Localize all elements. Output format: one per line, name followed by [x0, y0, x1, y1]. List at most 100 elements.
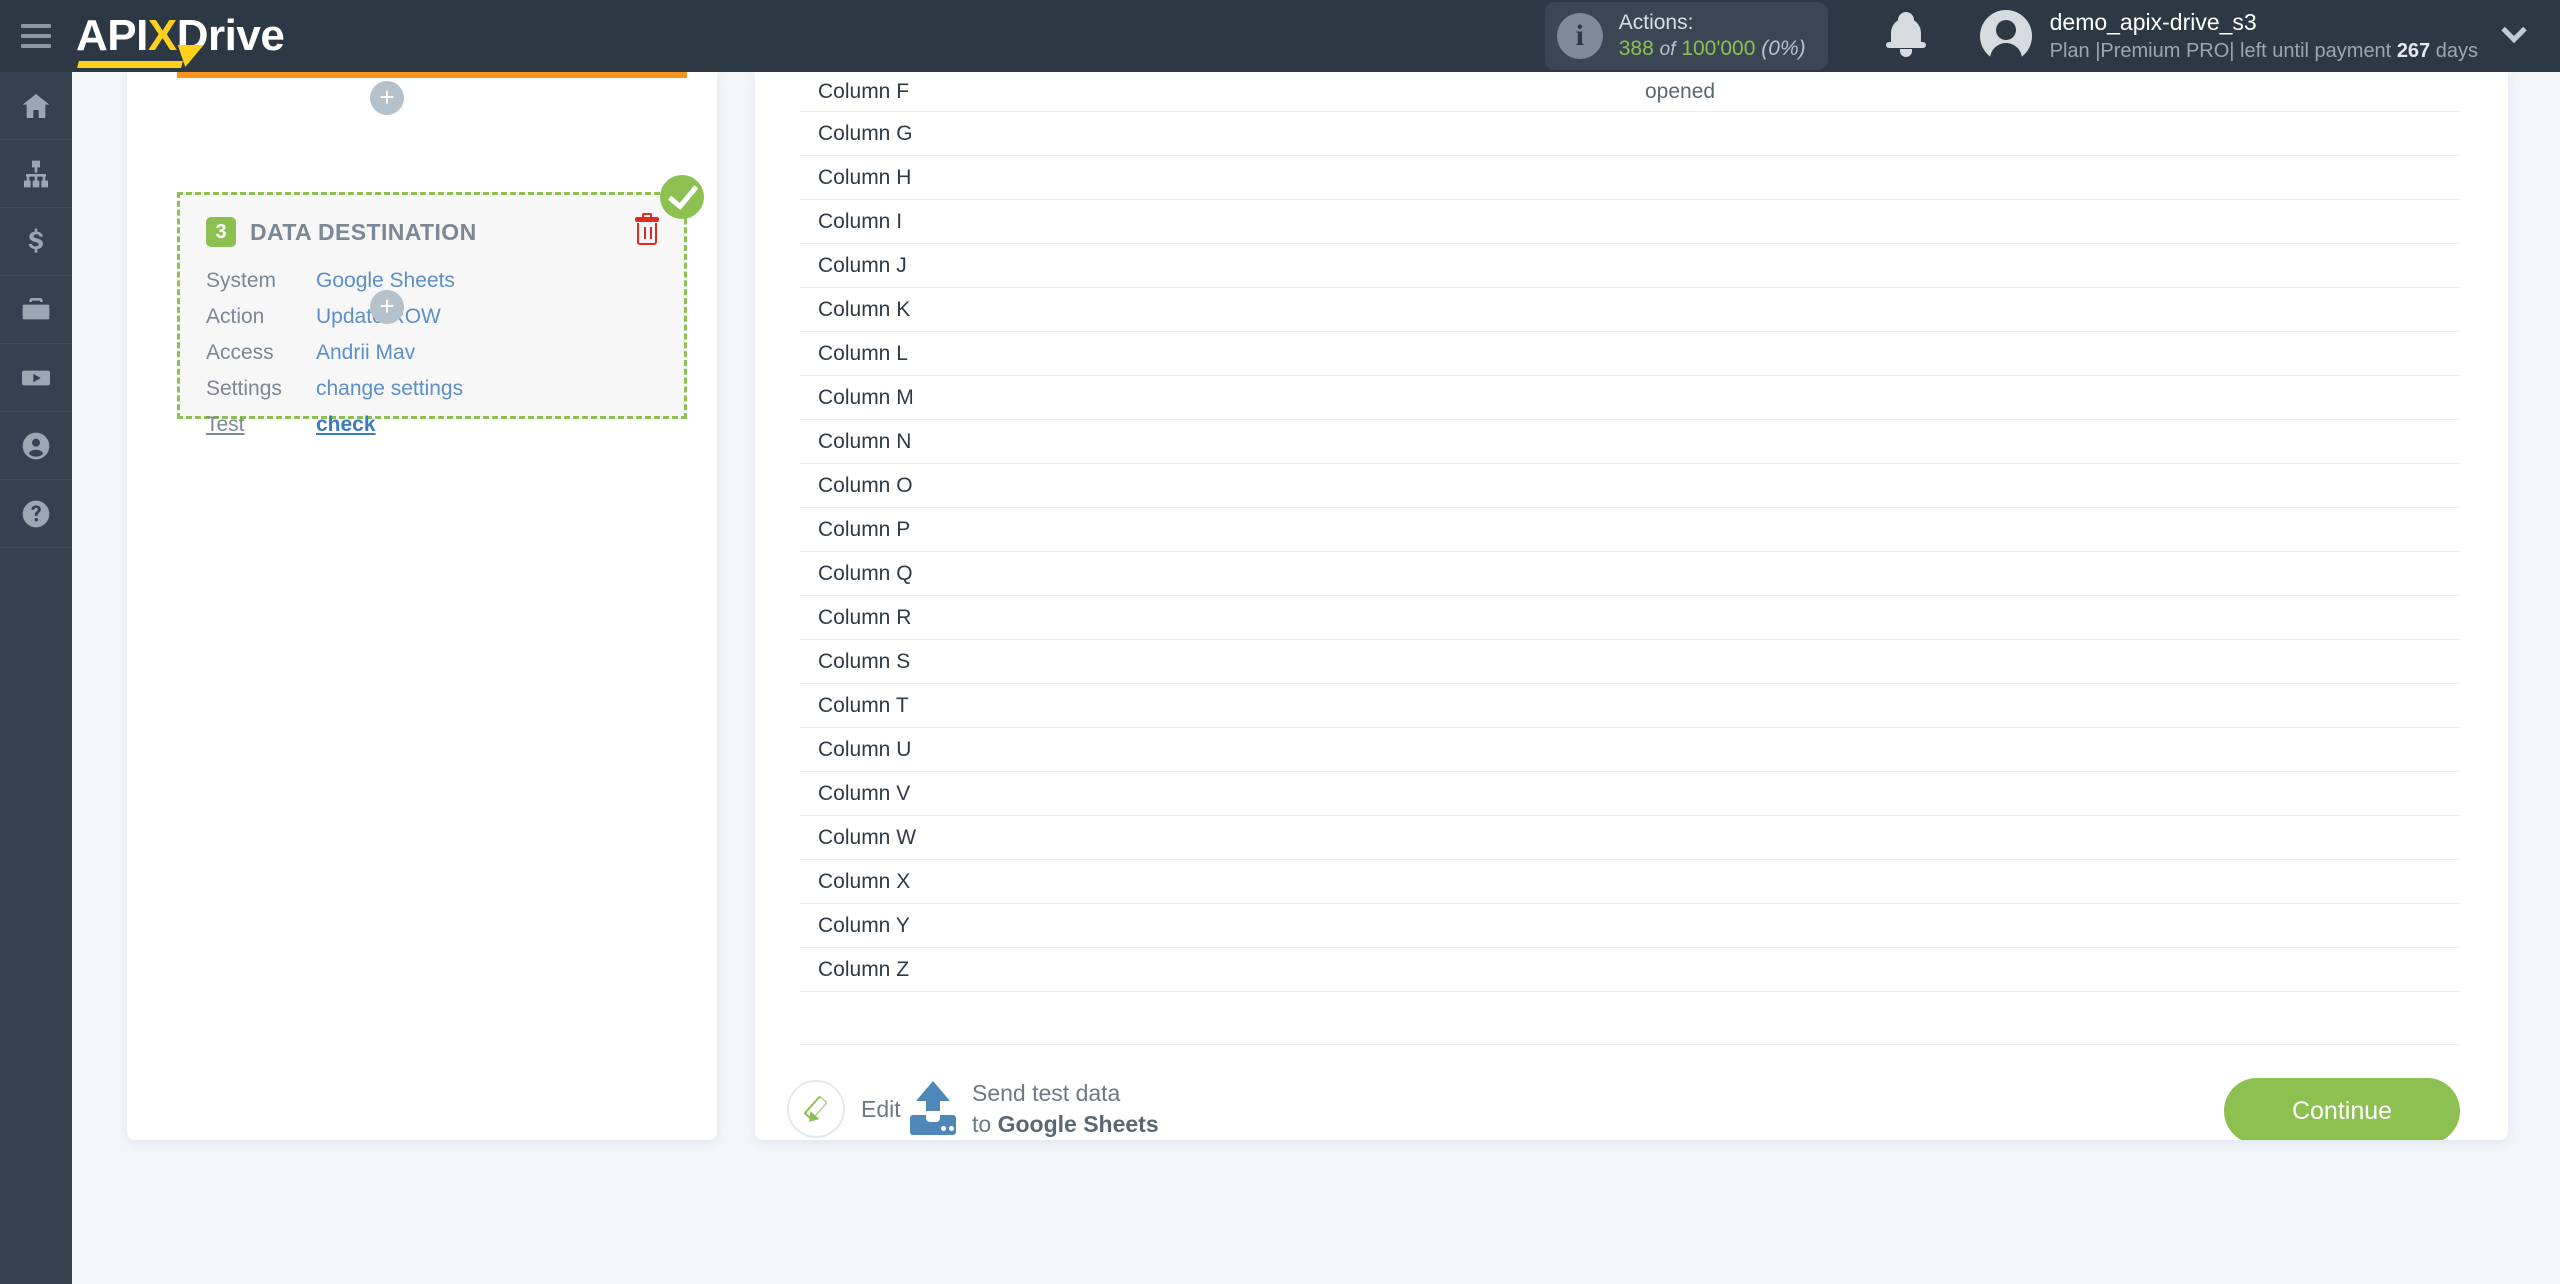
table-row-name: Column N	[818, 429, 912, 453]
step-row-access-value[interactable]: Andrii Mav	[316, 337, 415, 369]
info-icon: i	[1556, 13, 1603, 59]
bell-icon[interactable]	[1884, 12, 1928, 60]
send-test-data-text: Send test data to Google Sheets	[972, 1078, 1159, 1140]
step-row-system-key: System	[206, 269, 277, 292]
table-row[interactable]: Column V	[800, 772, 2460, 816]
logo-text-x: X	[147, 11, 177, 60]
upload-icon	[910, 1081, 956, 1137]
table-row[interactable]: Column I	[800, 200, 2460, 244]
sidebar-item-help[interactable]	[0, 480, 72, 548]
table-row-name: Column X	[818, 869, 911, 893]
send-test-data-target: Google Sheets	[997, 1111, 1159, 1138]
table-row[interactable]: Column U	[800, 728, 2460, 772]
table-row[interactable]: Column Y	[800, 904, 2460, 948]
top-bar: APIXDrive i Actions: 388 of 100'000 (0%)	[0, 0, 2560, 72]
table-row[interactable]: Column M	[800, 376, 2460, 420]
table-row-name: Column Q	[818, 561, 913, 585]
actions-total: 100'000	[1681, 37, 1756, 60]
actions-quota-text: Actions: 388 of 100'000 (0%)	[1619, 10, 1806, 63]
table-row-name: Column W	[818, 825, 917, 849]
hamburger-menu-icon[interactable]	[0, 0, 72, 72]
table-row[interactable]: Column H	[800, 156, 2460, 200]
step-row-settings-value[interactable]: change settings	[316, 373, 463, 405]
step-title: DATA DESTINATION	[250, 218, 477, 245]
table-row[interactable]: Column L	[800, 332, 2460, 376]
sidebar-item-account[interactable]	[0, 412, 72, 480]
user-plan-days: 267	[2396, 39, 2431, 62]
table-row[interactable]: Column O	[800, 464, 2460, 508]
table-row[interactable]: Column T	[800, 684, 2460, 728]
left-icon-rail	[0, 72, 72, 1284]
table-row-name: Column Y	[818, 913, 910, 937]
logo-text-api: API	[76, 11, 148, 60]
user-plan-prefix: Plan |Premium PRO| left until payment	[2049, 39, 2392, 62]
sidebar-item-home[interactable]	[0, 72, 72, 140]
chevron-down-icon[interactable]	[2478, 17, 2550, 45]
table-row-name: Column T	[818, 693, 909, 717]
table-row-name: Column P	[818, 517, 911, 541]
table-row[interactable]: Column R	[800, 596, 2460, 640]
step-row-settings: Settings change settings	[206, 373, 658, 405]
table-row[interactable]: Column J	[800, 244, 2460, 288]
flow-steps-panel: + 3 DATA DESTINATION System Google Sheet…	[127, 32, 717, 1140]
user-name: demo_apix-drive_s3	[2049, 9, 2257, 36]
actions-quota-box[interactable]: i Actions: 388 of 100'000 (0%)	[1544, 1, 1828, 71]
top-bar-right: i Actions: 388 of 100'000 (0%) demo_apix…	[1544, 0, 2560, 72]
step-row-access-key: Access	[206, 340, 274, 364]
step-row-system: System Google Sheets	[206, 265, 658, 297]
table-row-name: Column V	[818, 781, 911, 805]
step-row-test-check-link[interactable]: check	[316, 409, 376, 441]
actions-value: 388 of 100'000 (0%)	[1619, 36, 1806, 62]
user-plan: Plan |Premium PRO| left until payment 26…	[2050, 38, 2478, 64]
table-row[interactable]: Column G	[800, 112, 2460, 156]
edit-button[interactable]: Edit	[787, 1080, 901, 1138]
home-icon	[22, 93, 50, 118]
add-step-top-label: +	[379, 81, 395, 112]
edit-button-label: Edit	[861, 1095, 901, 1122]
trash-icon[interactable]	[634, 213, 660, 247]
app-logo[interactable]: APIXDrive	[76, 11, 285, 68]
continue-button[interactable]: Continue	[2224, 1078, 2460, 1140]
actions-percent: (0%)	[1761, 37, 1806, 60]
actions-label: Actions:	[1618, 10, 1694, 34]
user-plan-suffix: days	[2435, 39, 2478, 62]
sidebar-item-video[interactable]	[0, 344, 72, 412]
table-row-name: Column K	[818, 297, 911, 321]
user-info[interactable]: demo_apix-drive_s3 Plan |Premium PRO| le…	[2050, 8, 2478, 64]
add-step-button-bottom[interactable]: +	[370, 290, 404, 324]
table-row[interactable]: Column F opened	[800, 72, 2460, 112]
actions-of: of	[1659, 39, 1676, 60]
actions-used: 388	[1618, 37, 1654, 60]
table-row[interactable]: Column Q	[800, 552, 2460, 596]
step-row-action: Action Update ROW	[206, 301, 658, 333]
step-detail-rows: System Google Sheets Action Update ROW A…	[180, 247, 684, 441]
dollar-icon	[28, 228, 43, 253]
table-row[interactable]: Column K	[800, 288, 2460, 332]
table-row-name: Column U	[818, 737, 912, 761]
sidebar-item-connections[interactable]	[0, 140, 72, 208]
add-step-bottom-label: +	[379, 290, 395, 321]
table-row[interactable]: Column S	[800, 640, 2460, 684]
table-row-name: Column I	[818, 209, 903, 233]
table-row[interactable]: Column N	[800, 420, 2460, 464]
table-row[interactable]: Column W	[800, 816, 2460, 860]
table-row[interactable]: Column Z	[800, 948, 2460, 992]
send-test-data-button[interactable]: Send test data to Google Sheets	[910, 1078, 1159, 1140]
sidebar-item-business[interactable]	[0, 276, 72, 344]
add-step-button-top[interactable]: +	[370, 81, 404, 115]
step-number: 3	[206, 217, 236, 247]
avatar[interactable]	[1979, 10, 2032, 65]
sidebar-item-billing[interactable]	[0, 208, 72, 276]
table-row[interactable]: Column X	[800, 860, 2460, 904]
step-row-settings-key: Settings	[206, 376, 282, 400]
step-row-test: Test check	[206, 409, 658, 441]
table-row-value: opened	[1645, 79, 1716, 103]
table-row-name: Column F	[818, 79, 910, 103]
main-area: + 3 DATA DESTINATION System Google Sheet…	[72, 32, 2560, 1284]
user-circle-icon	[22, 432, 50, 459]
send-test-data-line1: Send test data	[972, 1080, 1121, 1106]
step-card-data-destination[interactable]: 3 DATA DESTINATION System Google Sheets …	[177, 175, 704, 436]
table-row-name: Column Z	[818, 957, 910, 981]
step-row-action-key: Action	[206, 304, 265, 328]
table-row[interactable]: Column P	[800, 508, 2460, 552]
